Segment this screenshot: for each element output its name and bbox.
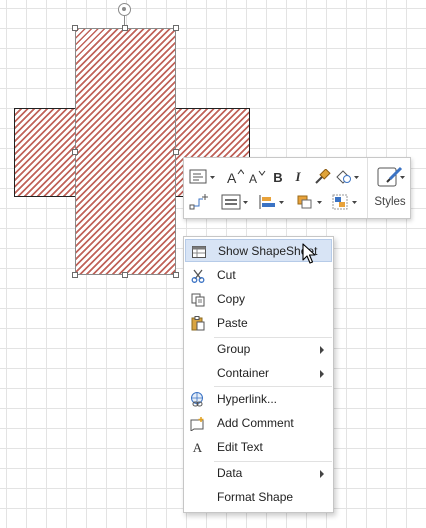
- italic-button[interactable]: I: [291, 167, 305, 187]
- connector-icon: [189, 194, 208, 210]
- context-menu: Show ShapeSheet Cut Copy Paste Group Con…: [183, 236, 334, 513]
- resize-handle-bottom[interactable]: [122, 272, 128, 278]
- hyperlink-icon: [189, 391, 206, 408]
- edit-text-icon: A: [189, 439, 206, 456]
- resize-handle-top[interactable]: [122, 25, 128, 31]
- svg-text:A: A: [249, 172, 257, 185]
- group-dropdown[interactable]: [332, 192, 362, 212]
- styles-icon: [377, 165, 405, 194]
- menu-item-label: Container: [217, 366, 270, 380]
- menu-item-label: Cut: [217, 268, 236, 282]
- styles-button[interactable]: Styles: [367, 158, 412, 218]
- position-align-dropdown[interactable]: [258, 192, 288, 212]
- shrink-font-icon: A: [249, 170, 266, 185]
- align-text-icon: [221, 194, 248, 210]
- decrease-font-size-button[interactable]: A: [248, 167, 266, 187]
- bold-icon: B: [273, 169, 283, 185]
- rotation-handle[interactable]: [118, 3, 131, 16]
- change-shape-icon: [336, 170, 359, 184]
- menu-item-label: Paste: [217, 316, 248, 330]
- resize-handle-bottom-right[interactable]: [173, 272, 179, 278]
- resize-handle-top-right[interactable]: [173, 25, 179, 31]
- edit-text-glyph: A: [192, 439, 203, 455]
- submenu-arrow-icon: [320, 346, 324, 354]
- bring-forward-icon: [297, 195, 322, 209]
- menu-item-label: Data: [217, 466, 243, 480]
- mouse-cursor-icon: [302, 243, 316, 270]
- menu-item-label: Copy: [217, 292, 246, 306]
- align-shapes-icon: [259, 195, 284, 209]
- menu-item-format-shape[interactable]: Format Shape: [185, 486, 332, 509]
- styles-label: Styles: [374, 196, 406, 208]
- menu-item-label: Edit Text: [217, 440, 263, 454]
- format-painter-button[interactable]: [313, 167, 331, 187]
- menu-item-label: Group: [217, 342, 251, 356]
- paste-icon: [189, 315, 206, 332]
- connector-button[interactable]: [189, 192, 209, 212]
- menu-item-paste[interactable]: Paste: [185, 312, 332, 335]
- menu-item-edit-text[interactable]: A Edit Text: [185, 436, 332, 459]
- submenu-arrow-icon: [320, 370, 324, 378]
- menu-item-hyperlink[interactable]: Hyperlink...: [185, 388, 332, 411]
- add-comment-icon: [189, 415, 206, 432]
- menu-item-group[interactable]: Group: [185, 338, 332, 361]
- mini-toolbar: A A B I Styles: [183, 157, 411, 219]
- grow-font-icon: A: [227, 169, 244, 185]
- resize-handle-left[interactable]: [72, 149, 78, 155]
- arrange-dropdown[interactable]: [296, 192, 326, 212]
- italic-icon: I: [295, 169, 301, 184]
- drawing-canvas[interactable]: A A B I Styles Show ShapeSheet Cut Copy …: [0, 0, 426, 528]
- change-shape-dropdown[interactable]: [335, 167, 361, 187]
- group-shapes-icon: [332, 194, 357, 210]
- format-painter-icon: [315, 169, 331, 184]
- resize-handle-bottom-left[interactable]: [72, 272, 78, 278]
- menu-item-label: Add Comment: [217, 416, 294, 430]
- cross-shape-vertical-bar[interactable]: [75, 28, 176, 275]
- menu-item-label: Hyperlink...: [217, 392, 278, 406]
- scissors-icon: [189, 267, 206, 284]
- menu-item-add-comment[interactable]: Add Comment: [185, 412, 332, 435]
- text-block-dropdown[interactable]: [189, 167, 217, 187]
- menu-item-label: Format Shape: [217, 490, 294, 504]
- text-align-dropdown[interactable]: [221, 192, 251, 212]
- submenu-arrow-icon: [320, 470, 324, 478]
- increase-font-size-button[interactable]: A: [226, 167, 244, 187]
- resize-handle-top-left[interactable]: [72, 25, 78, 31]
- copy-icon: [189, 291, 206, 308]
- menu-separator: [214, 386, 332, 387]
- text-block-icon: [189, 169, 215, 184]
- menu-item-data[interactable]: Data: [185, 462, 332, 485]
- bold-button[interactable]: B: [271, 167, 285, 187]
- cross-shape-left-arm[interactable]: [14, 108, 76, 197]
- shapesheet-icon: [190, 243, 207, 260]
- svg-text:A: A: [227, 170, 237, 185]
- menu-item-copy[interactable]: Copy: [185, 288, 332, 311]
- resize-handle-right[interactable]: [173, 149, 179, 155]
- menu-item-container[interactable]: Container: [185, 362, 332, 385]
